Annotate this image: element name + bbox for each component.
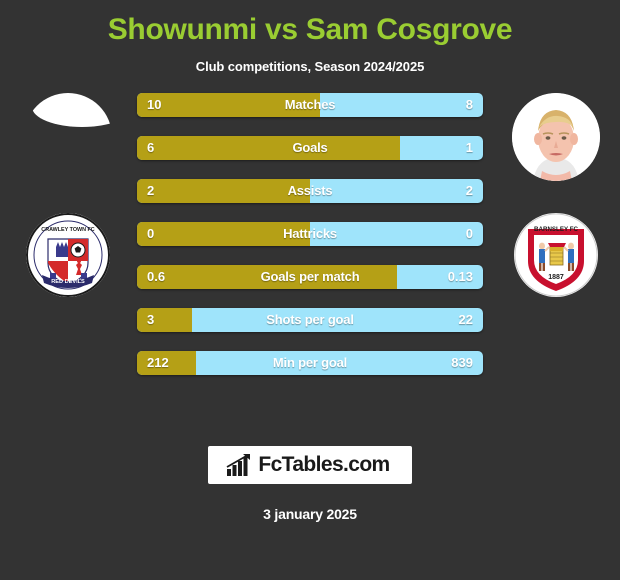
page-subtitle: Club competitions, Season 2024/2025 [195, 59, 425, 74]
stat-label: Min per goal [272, 355, 348, 370]
away-value: 2 [465, 183, 473, 198]
away-value: 22 [458, 312, 473, 327]
stat-row-min-per-goal: 212 Min per goal 839 [137, 351, 483, 375]
svg-text:RED DEVILS: RED DEVILS [51, 279, 85, 285]
stat-row-hattricks: 0 Hattricks 0 [137, 222, 483, 246]
stat-row-assists: 2 Assists 2 [137, 179, 483, 203]
crawley-town-fc-crest-icon: CRAWLEY TOWN FC RED DEVILS [26, 213, 110, 297]
away-club-crest: BARNSLEY FC 1887 [514, 213, 598, 297]
stat-row-goals: 6 Goals 1 [137, 136, 483, 160]
player-photo-placeholder-icon [32, 93, 112, 127]
home-player-column: CRAWLEY TOWN FC RED DEVILS [8, 93, 128, 393]
svg-text:1887: 1887 [548, 274, 564, 281]
away-value: 0.13 [447, 269, 473, 284]
stat-row-matches: 10 Matches 8 [137, 93, 483, 117]
stat-label: Assists [287, 183, 333, 198]
stat-bars-list: 10 Matches 8 6 Goals 1 2 Assists 2 0 Hat… [137, 93, 483, 394]
away-player-photo [512, 93, 600, 181]
away-value: 1 [465, 140, 473, 155]
home-player-photo [24, 93, 112, 181]
stat-label: Shots per goal [266, 312, 354, 327]
stat-row-goals-per-match: 0.6 Goals per match 0.13 [137, 265, 483, 289]
svg-text:BARNSLEY FC: BARNSLEY FC [534, 226, 578, 233]
player-photo-sam-cosgrove-icon [512, 93, 600, 181]
svg-text:CRAWLEY TOWN FC: CRAWLEY TOWN FC [41, 227, 95, 233]
away-value: 8 [465, 97, 473, 112]
comparison-content: CRAWLEY TOWN FC RED DEVILS 10 Matches 8 … [0, 93, 620, 393]
barnsley-fc-crest-icon: BARNSLEY FC 1887 [514, 213, 598, 297]
home-club-crest: CRAWLEY TOWN FC RED DEVILS [26, 213, 110, 297]
stat-label: Goals [292, 140, 328, 155]
away-value: 839 [451, 355, 473, 370]
stat-comparison-card: Showunmi vs Sam Cosgrove Club competitio… [0, 0, 620, 580]
stat-label: Hattricks [283, 226, 337, 241]
fctables-logo[interactable]: FcTables.com [208, 446, 412, 484]
stat-row-shots-per-goal: 3 Shots per goal 22 [137, 308, 483, 332]
generated-date: 3 january 2025 [263, 506, 357, 522]
bar-chart-arrow-icon [226, 454, 251, 476]
page-title: Showunmi vs Sam Cosgrove [107, 13, 513, 46]
away-player-column: BARNSLEY FC 1887 [492, 93, 612, 393]
fctables-logo-text: FcTables.com [258, 453, 390, 476]
stat-label: Goals per match [260, 269, 360, 284]
stat-label: Matches [284, 97, 336, 112]
away-value: 0 [465, 226, 473, 241]
footer: FcTables.com 3 january 2025 [0, 446, 620, 522]
